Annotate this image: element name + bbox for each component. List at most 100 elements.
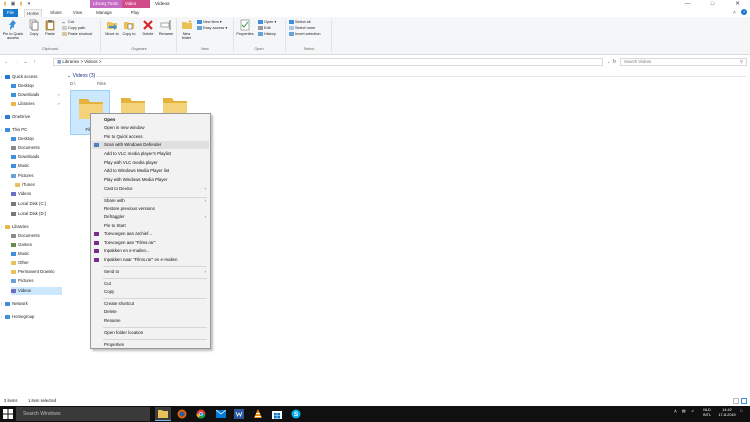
sidebar-item[interactable]: Pictures [11, 172, 62, 180]
expand-chevron-icon[interactable]: › [1, 126, 2, 134]
sidebar-item[interactable]: Pictures [11, 277, 62, 285]
paste-button[interactable]: Paste [43, 19, 57, 36]
edit-button[interactable]: Edit [258, 26, 271, 31]
context-menu-item[interactable]: Toevoegen aan archief... [92, 230, 209, 238]
context-menu-item[interactable]: Properties [92, 341, 209, 349]
sidebar-item[interactable]: › Network [1, 300, 62, 308]
sidebar-item[interactable]: Desktop [11, 82, 62, 90]
context-menu-item[interactable]: Rename [92, 317, 209, 325]
context-menu-item[interactable]: Share with › [92, 197, 209, 205]
skype-taskbar-icon[interactable]: S [288, 407, 304, 421]
sidebar-item[interactable]: Local Disk (C:) [11, 200, 62, 208]
volume-icon[interactable]: ♫ [691, 409, 694, 414]
select-none-button[interactable]: Select none [289, 26, 315, 31]
sidebar-item[interactable]: › OneDrive [1, 113, 62, 121]
sidebar-item[interactable]: Music [11, 250, 62, 258]
select-all-button[interactable]: Select all [289, 20, 310, 25]
group-header[interactable]: ⌄ Videos (3) [67, 73, 95, 79]
chrome-taskbar-icon[interactable] [193, 407, 209, 421]
sidebar-item[interactable]: Videos [11, 287, 62, 295]
breadcrumb[interactable]: Libraries > Videos > [62, 59, 101, 64]
copy-to-button[interactable]: Copy to [121, 19, 137, 36]
context-menu-item[interactable]: Add to Windows Media Player list [92, 167, 209, 175]
search-input[interactable]: Search Videos ⚲ [620, 58, 747, 66]
back-icon[interactable]: ← [3, 58, 10, 66]
maximize-button[interactable]: □ [700, 0, 725, 9]
copy-path-button[interactable]: Copy path [62, 26, 85, 31]
windows-start-icon[interactable] [3, 409, 13, 419]
file-explorer-taskbar-icon[interactable] [155, 407, 171, 421]
context-menu-item[interactable]: Open folder location [92, 329, 209, 337]
expand-chevron-icon[interactable]: › [1, 300, 2, 308]
sidebar-item[interactable]: iTunes [15, 181, 66, 189]
expand-chevron-icon[interactable]: › [1, 113, 2, 121]
rename-button[interactable]: Rename [158, 19, 174, 36]
context-menu-item[interactable]: Pin to Quick access [92, 133, 209, 141]
chevron-up-icon[interactable]: ˄ [674, 410, 677, 415]
context-menu-item[interactable]: Inpakken naar "Films.rar" en e-mailen [92, 256, 209, 264]
context-menu-item[interactable]: Play with Windows Media Player [92, 176, 209, 184]
tab-view[interactable]: View [70, 9, 85, 17]
language-indicator[interactable]: NLD INTL [700, 408, 714, 418]
properties-button[interactable]: Properties [235, 19, 255, 36]
context-menu-item[interactable]: Inpakken en e-mailen... [92, 247, 209, 255]
mail-taskbar-icon[interactable] [213, 407, 229, 421]
context-menu-item[interactable]: Open in new window [92, 124, 209, 132]
copy-button[interactable]: Copy [27, 19, 41, 36]
sidebar-item[interactable]: Music [11, 162, 62, 170]
sidebar-item[interactable]: Other [11, 259, 62, 267]
vlc-taskbar-icon[interactable] [250, 407, 266, 421]
context-menu-item[interactable]: Add to VLC media player's Playlist [92, 150, 209, 158]
sidebar-item[interactable]: › Homegroup [1, 313, 62, 321]
sidebar-item[interactable]: Libraries ↗ [11, 100, 62, 108]
history-button[interactable]: History [258, 32, 276, 37]
close-button[interactable]: ✕ [725, 0, 750, 9]
store-taskbar-icon[interactable] [269, 407, 285, 421]
context-menu-item[interactable]: Cast to Device › [92, 185, 209, 193]
open-button[interactable]: Open ▾ [258, 20, 276, 25]
context-menu-item[interactable]: Restore previous versions [92, 205, 209, 213]
collapse-ribbon-icon[interactable]: ˄ [733, 10, 736, 16]
tab-play[interactable]: Play [127, 9, 143, 17]
context-menu-item[interactable]: Toevoegen aan "Films.rar" [92, 239, 209, 247]
tab-home[interactable]: Home [24, 9, 42, 17]
delete-button[interactable]: Delete [139, 19, 157, 36]
context-menu-item[interactable]: Play with VLC media player [92, 159, 209, 167]
word-taskbar-icon[interactable] [231, 407, 247, 421]
firefox-taskbar-icon[interactable] [174, 407, 190, 421]
tab-share[interactable]: Share [47, 9, 65, 17]
action-center-icon[interactable]: □ [740, 409, 742, 414]
context-menu-item[interactable]: Copy [92, 288, 209, 296]
network-tray-icon[interactable]: ▤ [682, 409, 686, 414]
sidebar-item[interactable]: Games [11, 241, 62, 249]
properties-qat-icon[interactable]: ▣ [10, 1, 16, 7]
new-folder-qat-icon[interactable]: ▮ [18, 1, 24, 7]
forward-icon[interactable]: → [13, 58, 20, 66]
context-menu-item[interactable]: Delete [92, 308, 209, 316]
tab-manage[interactable]: Manage [92, 9, 116, 17]
address-bar[interactable]: ▦ Libraries > Videos > [53, 58, 603, 66]
move-to-button[interactable]: Move to [104, 19, 120, 36]
cut-button[interactable]: ✂ Cut [62, 20, 74, 25]
taskbar-search[interactable]: Search Windows [16, 407, 150, 421]
minimize-button[interactable]: — [675, 0, 700, 9]
sidebar-item[interactable]: › Libraries [1, 223, 62, 231]
expand-chevron-icon[interactable]: › [1, 223, 2, 231]
pin-quick-access-button[interactable]: Pin to Quick access [2, 19, 24, 40]
expand-chevron-icon[interactable]: › [1, 73, 2, 81]
sidebar-item[interactable]: › This PC [1, 126, 62, 134]
sidebar-item[interactable]: Permanent Downlo [11, 268, 62, 276]
help-icon[interactable]: ? [741, 9, 747, 15]
context-menu-item[interactable]: Pin to Start [92, 222, 209, 230]
clock[interactable]: 14:42 17-8-2015 [716, 408, 738, 418]
sidebar-item[interactable]: Documents [11, 232, 62, 240]
context-menu-item[interactable]: Create shortcut [92, 300, 209, 308]
tab-file[interactable]: File [3, 9, 18, 17]
sidebar-item[interactable]: Downloads ↗ [11, 91, 62, 99]
recent-locations-icon[interactable]: ⌄ [22, 58, 29, 66]
context-menu-item[interactable]: Open [92, 116, 209, 124]
sidebar-item[interactable]: Local Disk (D:) [11, 210, 62, 218]
large-icons-view-icon[interactable] [741, 398, 747, 404]
details-view-icon[interactable] [733, 398, 739, 404]
up-icon[interactable]: ↑ [31, 58, 38, 66]
